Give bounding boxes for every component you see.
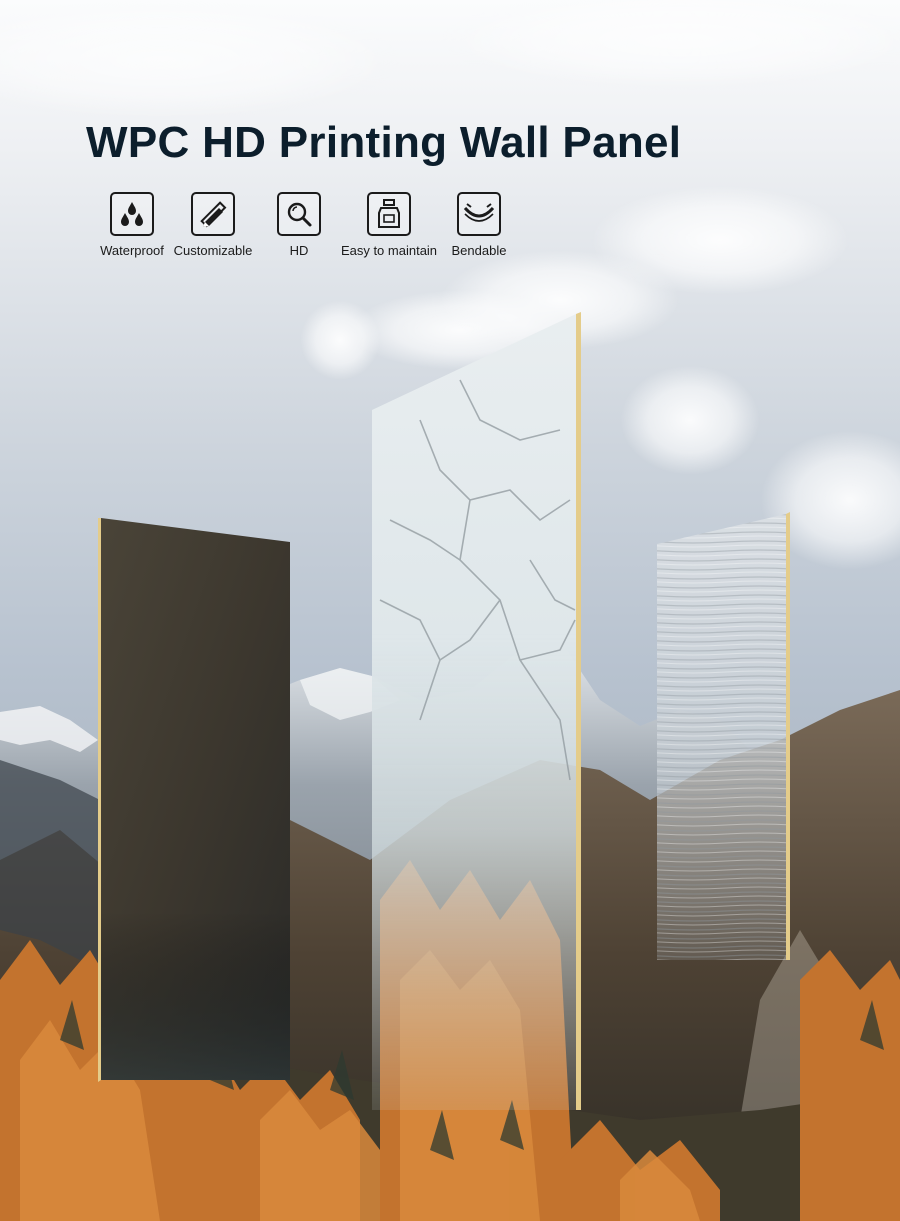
feature-customizable: Customizable (163, 192, 263, 258)
spray-bottle-icon (367, 192, 411, 236)
feature-label: Customizable (173, 243, 253, 258)
feature-list: Waterproof Customizable HD Easy to maint… (82, 192, 522, 262)
page-title: WPC HD Printing Wall Panel (86, 118, 682, 167)
feature-label: HD (289, 243, 309, 258)
water-drops-icon (110, 192, 154, 236)
feature-hd: HD (249, 192, 349, 258)
pencil-ruler-icon (191, 192, 235, 236)
dark-concrete-panel (98, 518, 290, 1082)
background-scene (0, 0, 900, 1221)
striped-grey-panel (657, 512, 790, 960)
feature-label: Easy to maintain (340, 243, 438, 258)
feature-label: Bendable (451, 243, 507, 258)
magnifier-icon (277, 192, 321, 236)
feature-bendable: Bendable (429, 192, 529, 258)
white-marble-panel (372, 312, 581, 1110)
feature-easy-to-maintain: Easy to maintain (339, 192, 439, 258)
bending-panel-icon (457, 192, 501, 236)
